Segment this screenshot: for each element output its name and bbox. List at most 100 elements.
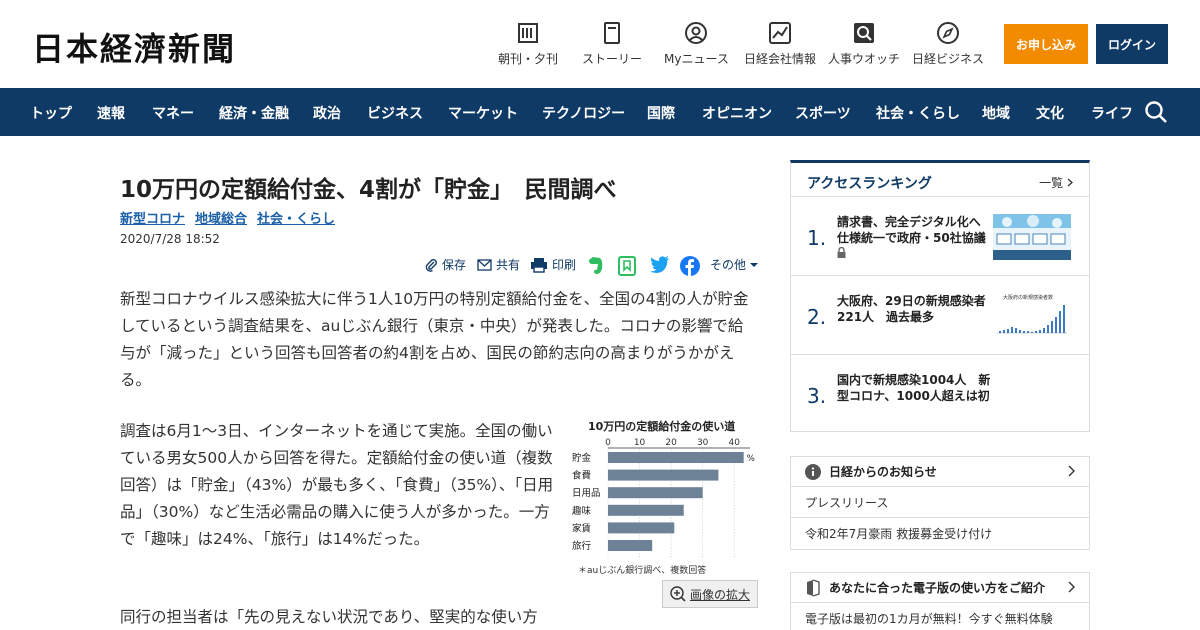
nav-item-life[interactable]: ライフ xyxy=(1091,103,1133,123)
x-tick-label: 40 xyxy=(728,438,740,448)
tag-link[interactable]: 新型コロナ xyxy=(120,208,185,227)
more-share-button[interactable]: その他 xyxy=(710,256,759,273)
nav-item-region[interactable]: 地域 xyxy=(982,103,1010,123)
nav-story[interactable]: ストーリー xyxy=(582,22,642,67)
nav-company-info-label: 日経会社情報 xyxy=(744,52,817,66)
ranking-item[interactable]: 1. 請求書、完全デジタル化へ 仕様統一で政府・50社協議 xyxy=(791,198,1089,276)
nav-business[interactable]: 日経ビジネス xyxy=(912,22,984,67)
zoom-image-button[interactable]: 画像の拡大 xyxy=(662,580,758,608)
article-paragraph: 新型コロナウイルス感染拡大に伴う1人10万円の特別定額給付金を、全国の4割の人が… xyxy=(120,290,749,389)
nav-mynews[interactable]: Myニュース xyxy=(664,22,729,67)
nav-newspaper[interactable]: 朝刊・夕刊 xyxy=(498,22,558,67)
evernote-icon xyxy=(589,257,603,274)
ranking-number: 1. xyxy=(807,226,827,250)
save-label: 保存 xyxy=(442,258,467,272)
nav-personnel-label: 人事ウオッチ xyxy=(828,52,901,66)
article-title: 10万円の定額給付金、4割が「貯金」 民間調べ xyxy=(120,177,617,203)
nav-item-money[interactable]: マネー xyxy=(152,103,194,123)
ranking-thumbnail: 大阪府の新規感染者数 xyxy=(993,293,1071,339)
facebook-icon xyxy=(680,256,700,276)
article-paragraph: 同行の担当者は「先の見えない状況であり、堅実的な使い方 xyxy=(120,608,538,626)
nav-item-breaking[interactable]: 速報 xyxy=(97,103,125,123)
chevron-right-icon xyxy=(1068,465,1075,477)
notice-row[interactable]: プレスリリース xyxy=(791,487,1089,518)
nav-personnel[interactable]: 人事ウオッチ xyxy=(828,22,900,67)
info-icon xyxy=(805,463,821,480)
more-share-label: その他 xyxy=(710,258,747,272)
chart-note: ＊auじぶん銀行調べ、複数回答 xyxy=(578,566,707,576)
tag-link[interactable]: 地域総合 xyxy=(195,208,247,227)
bar xyxy=(608,522,675,534)
nav-item-sports[interactable]: スポーツ xyxy=(795,103,851,123)
nav-item-opinion[interactable]: オピニオン xyxy=(702,103,772,123)
save-button[interactable]: 保存 xyxy=(424,256,466,273)
guide-header[interactable]: あなたに合った電子版の使い方をご紹介 xyxy=(791,573,1089,603)
nav-newspaper-label: 朝刊・夕刊 xyxy=(498,52,559,66)
compass-icon xyxy=(937,22,959,44)
twitter-icon xyxy=(650,256,669,273)
notice-row[interactable]: 令和2年7月豪雨 救援募金受け付け xyxy=(791,518,1089,549)
nav-item-economy[interactable]: 経済・金融 xyxy=(219,103,289,123)
nav-item-top[interactable]: トップ xyxy=(30,103,72,123)
facebook-button[interactable] xyxy=(680,256,700,276)
notice-title: 日経からのお知らせ xyxy=(829,465,937,479)
nav-item-technology[interactable]: テクノロジー xyxy=(542,103,625,123)
nav-mynews-label: Myニュース xyxy=(664,52,729,66)
chart-icon xyxy=(769,22,791,44)
nav-item-market[interactable]: マーケット xyxy=(448,103,518,123)
chart-plot: 0 10 20 30 40 貯金食費日用品趣味家賃旅行% xyxy=(572,438,755,558)
book-open-icon xyxy=(807,578,820,597)
print-button[interactable]: 印刷 xyxy=(530,256,576,273)
category-label: 貯金 xyxy=(572,452,592,464)
share-label: 共有 xyxy=(496,258,521,272)
tag-link[interactable]: 社会・くらし xyxy=(257,208,335,227)
nav-company-info[interactable]: 日経会社情報 xyxy=(744,22,816,67)
search-icon[interactable] xyxy=(1144,100,1168,128)
article-tags: 新型コロナ 地域総合 社会・くらし xyxy=(120,208,335,227)
ranking-text: 大阪府、29日の新規感染者221人 過去最多 xyxy=(837,294,986,324)
chevron-right-icon xyxy=(1067,178,1073,187)
nav-item-international[interactable]: 国際 xyxy=(647,103,675,123)
category-label: 旅行 xyxy=(572,540,592,552)
user-icon xyxy=(685,22,708,44)
nav-item-politics[interactable]: 政治 xyxy=(313,103,341,123)
ranking-all-link[interactable]: 一覧 xyxy=(1039,174,1073,191)
twitter-button[interactable] xyxy=(650,256,670,273)
ranking-thumbnail xyxy=(993,214,1071,260)
bookmark-button[interactable] xyxy=(618,256,636,276)
usage-bar-chart[interactable]: 10万円の定額給付金の使い道 0 10 20 30 40 貯金 食費 日用品 趣味 家賃 旅行% ＊… xyxy=(566,418,758,580)
nav-item-business[interactable]: ビジネス xyxy=(367,103,423,123)
magnifier-icon xyxy=(853,22,875,44)
access-ranking: アクセスランキング 一覧 1. 請求書、完全デジタル化へ 仕様統一で政府・50社… xyxy=(790,160,1090,432)
nav-item-culture[interactable]: 文化 xyxy=(1036,103,1064,123)
subscribe-button[interactable]: お申し込み xyxy=(1004,24,1088,64)
ranking-item[interactable]: 3. 国内で新規感染1004人 新型コロナ、1000人超えは初 xyxy=(791,356,1089,434)
share-button[interactable]: 共有 xyxy=(477,256,520,273)
book-icon xyxy=(601,22,623,44)
newspaper-icon xyxy=(517,22,539,44)
guide-box: あなたに合った電子版の使い方をご紹介 電子版は最初の1カ月が無料！今すぐ無料体験 xyxy=(790,572,1090,630)
article-date: 2020/7/28 18:52 xyxy=(120,232,220,246)
bar xyxy=(608,469,719,481)
login-button[interactable]: ログイン xyxy=(1096,24,1168,64)
category-label: 食費 xyxy=(572,470,591,482)
ranking-item[interactable]: 2. 大阪府、29日の新規感染者221人 過去最多 大阪府の新規感染者数 xyxy=(791,277,1089,355)
nav-business-label: 日経ビジネス xyxy=(912,52,985,66)
unit-label: % xyxy=(747,454,755,464)
evernote-button[interactable] xyxy=(586,256,604,276)
bar xyxy=(608,452,744,463)
mail-icon xyxy=(477,258,492,271)
zoom-in-icon xyxy=(670,586,686,602)
notice-box: 日経からのお知らせ プレスリリース 令和2年7月豪雨 救援募金受け付け xyxy=(790,456,1090,550)
category-label: 日用品 xyxy=(572,488,601,499)
nav-item-society[interactable]: 社会・くらし xyxy=(876,103,960,123)
site-logo[interactable]: 日本経濟新聞 xyxy=(32,24,236,70)
guide-row[interactable]: 電子版は最初の1カ月が無料！今すぐ無料体験 xyxy=(791,603,1089,630)
bar xyxy=(608,487,703,499)
category-label: 趣味 xyxy=(572,505,592,517)
clip-icon xyxy=(425,258,437,272)
lock-icon xyxy=(837,246,846,258)
notice-header[interactable]: 日経からのお知らせ xyxy=(791,457,1089,487)
x-tick-label: 0 xyxy=(605,438,611,448)
category-nav: トップ 速報 マネー 経済・金融 政治 ビジネス マーケット テクノロジー 国際… xyxy=(0,88,1200,136)
